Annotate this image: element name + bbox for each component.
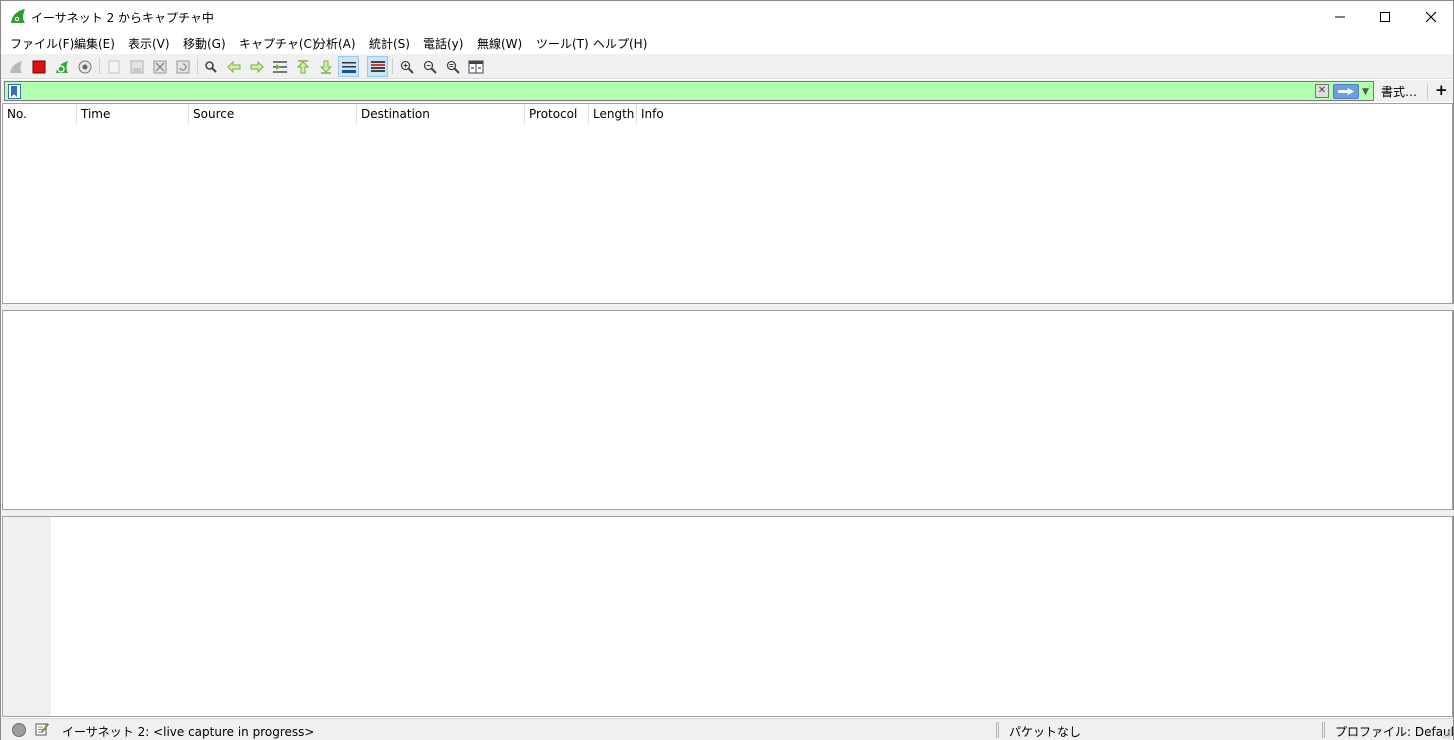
zoom-in-icon: [400, 60, 414, 74]
menu-bar: ファイル(F) 編集(E) 表示(V) 移動(G) キャプチャ(C) 分析(A)…: [1, 32, 1453, 53]
go-first-button[interactable]: [292, 56, 313, 77]
menu-capture[interactable]: キャプチャ(C): [239, 35, 317, 52]
filter-expression-button[interactable]: 書式…: [1381, 83, 1417, 100]
colorize-button[interactable]: [367, 56, 388, 77]
start-capture-icon: [9, 60, 22, 73]
reload-file-icon: [176, 60, 189, 73]
toolbar-separator: [99, 58, 100, 74]
column-header-length[interactable]: Length: [589, 104, 637, 124]
column-header-destination[interactable]: Destination: [357, 104, 525, 124]
menu-edit[interactable]: 編集(E): [74, 35, 115, 52]
capture-options-button[interactable]: [74, 56, 95, 77]
status-profile-text[interactable]: プロファイル: Default: [1335, 723, 1454, 740]
open-file-icon: [108, 60, 119, 73]
go-to-packet-button[interactable]: [269, 56, 290, 77]
status-bar: イーサネット 2: <live capture in progress> パケッ…: [1, 718, 1454, 740]
menu-telephony[interactable]: 電話(y): [423, 35, 463, 52]
stop-capture-button[interactable]: [28, 56, 49, 77]
wireshark-window: イーサネット 2 からキャプチャ中 ファイル(F) 編集(E) 表示(V) 移動…: [0, 0, 1454, 740]
packet-details-pane[interactable]: [2, 310, 1453, 510]
close-file-button[interactable]: [149, 56, 170, 77]
capture-comment-icon[interactable]: [35, 722, 49, 736]
menu-help[interactable]: ヘルプ(H): [593, 35, 647, 52]
go-back-icon: [226, 60, 240, 73]
zoom-normal-icon: [446, 60, 460, 74]
auto-scroll-button[interactable]: [338, 56, 359, 77]
filter-separator: [1427, 84, 1428, 99]
packet-bytes-pane[interactable]: [2, 516, 1453, 717]
apply-filter-icon[interactable]: [1333, 84, 1359, 99]
go-to-packet-icon: [272, 60, 287, 73]
column-header-source[interactable]: Source: [189, 104, 357, 124]
stop-capture-icon: [32, 60, 45, 73]
column-header-protocol[interactable]: Protocol: [525, 104, 589, 124]
main-toolbar: [1, 54, 1453, 79]
column-header-no[interactable]: No.: [3, 104, 77, 124]
menu-tools[interactable]: ツール(T): [536, 35, 589, 52]
close-file-icon: [153, 60, 166, 73]
display-filter-input[interactable]: ✕ ▼: [4, 81, 1374, 101]
filter-bookmark-icon[interactable]: [8, 84, 21, 99]
wireshark-fin-icon: [11, 9, 25, 23]
status-interface-text: イーサネット 2: <live capture in progress>: [62, 725, 315, 739]
filter-history-chevron-down-icon[interactable]: ▼: [1362, 87, 1369, 97]
packet-list-pane[interactable]: No. Time Source Destination Protocol Len…: [2, 103, 1453, 304]
restart-capture-button[interactable]: [51, 56, 72, 77]
menu-analyze[interactable]: 分析(A): [314, 35, 356, 52]
go-last-icon: [319, 60, 332, 74]
close-icon: [1425, 11, 1437, 22]
restart-capture-icon: [55, 60, 68, 73]
zoom-out-button[interactable]: [419, 56, 440, 77]
minimize-button[interactable]: [1317, 1, 1363, 32]
save-file-icon: [130, 60, 143, 73]
menu-go[interactable]: 移動(G): [183, 35, 226, 52]
go-back-button[interactable]: [223, 56, 244, 77]
menu-file[interactable]: ファイル(F): [10, 35, 74, 52]
find-packet-icon: [204, 60, 217, 73]
add-filter-button[interactable]: +: [1435, 81, 1448, 99]
resize-columns-button[interactable]: [465, 56, 486, 77]
go-forward-button[interactable]: [246, 56, 267, 77]
open-file-button[interactable]: [103, 56, 124, 77]
menu-wireless[interactable]: 無線(W): [477, 35, 522, 52]
menu-view[interactable]: 表示(V): [128, 35, 170, 52]
menu-statistics[interactable]: 統計(S): [369, 35, 410, 52]
window-title: イーサネット 2 からキャプチャ中: [31, 11, 214, 25]
find-packet-button[interactable]: [200, 56, 221, 77]
save-file-button[interactable]: [126, 56, 147, 77]
clear-filter-icon[interactable]: ✕: [1315, 84, 1329, 98]
zoom-out-icon: [423, 60, 437, 74]
capture-options-icon: [78, 60, 91, 73]
reload-file-button[interactable]: [172, 56, 193, 77]
column-header-info[interactable]: Info: [637, 104, 1452, 124]
resize-columns-icon: [468, 60, 483, 73]
go-last-button[interactable]: [315, 56, 336, 77]
title-bar: イーサネット 2 からキャプチャ中: [1, 1, 1453, 32]
auto-scroll-icon: [341, 61, 356, 73]
close-button[interactable]: [1408, 1, 1454, 32]
maximize-icon: [1380, 11, 1390, 22]
zoom-normal-button[interactable]: [442, 56, 463, 77]
status-separator: [996, 722, 999, 738]
maximize-button[interactable]: [1362, 1, 1408, 32]
expert-info-icon[interactable]: [12, 723, 26, 737]
start-capture-button[interactable]: [5, 56, 26, 77]
display-filter-bar: ✕ ▼: [1, 80, 1453, 102]
colorize-icon: [370, 60, 385, 72]
zoom-in-button[interactable]: [396, 56, 417, 77]
column-header-time[interactable]: Time: [77, 104, 189, 124]
status-separator: [1322, 722, 1325, 738]
bytes-offset-gutter: [3, 517, 51, 716]
minimize-icon: [1335, 16, 1345, 17]
go-forward-icon: [250, 60, 264, 73]
go-first-icon: [296, 59, 309, 73]
toolbar-separator: [392, 58, 393, 74]
toolbar-separator: [197, 58, 198, 74]
status-packets-text: パケットなし: [1009, 725, 1082, 739]
